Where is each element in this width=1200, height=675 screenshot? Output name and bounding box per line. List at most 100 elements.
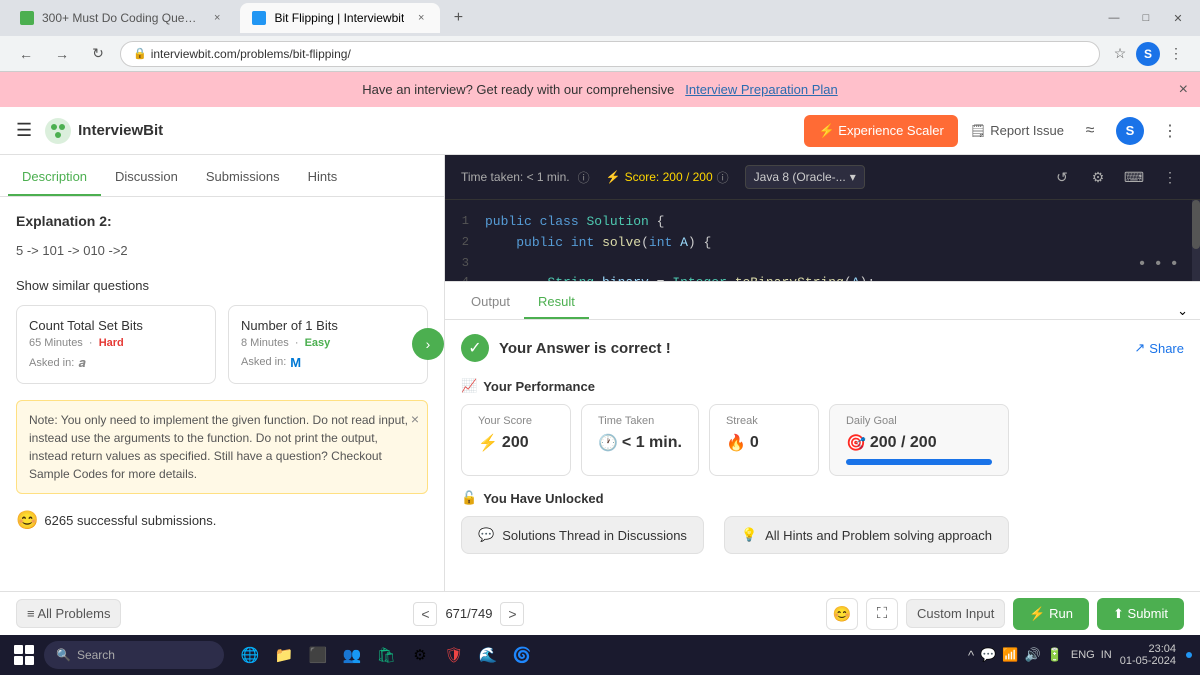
taskbar-search-icon: 🔍 xyxy=(56,648,71,662)
back-button[interactable]: ← xyxy=(12,40,40,68)
window-controls: — □ ✕ xyxy=(1100,4,1192,32)
active-tab-close[interactable]: × xyxy=(414,10,428,26)
url-text: interviewbit.com/problems/bit-flipping/ xyxy=(151,47,351,61)
wifi-icon[interactable]: 📶 xyxy=(1002,647,1018,663)
result-tab[interactable]: Result xyxy=(524,286,589,319)
q1-meta: 65 Minutes · Hard xyxy=(29,337,203,349)
banner-link[interactable]: Interview Preparation Plan xyxy=(685,82,837,97)
refresh-button[interactable]: ↻ xyxy=(84,40,112,68)
run-button[interactable]: ⚡ Run xyxy=(1013,598,1089,630)
notification-center-icon[interactable]: 💬 xyxy=(980,647,996,663)
similar-questions-toggle[interactable]: Show similar questions xyxy=(16,278,428,293)
tab-favicon-1 xyxy=(20,11,34,25)
taskbar-shield-icon[interactable]: 🛡 xyxy=(440,641,468,669)
next-problem-button[interactable]: > xyxy=(500,602,524,626)
question-card-2[interactable]: Number of 1 Bits 8 Minutes · Easy Asked … xyxy=(228,305,428,384)
experience-scaler-button[interactable]: ⚡ Experience Scaler xyxy=(804,115,957,147)
prev-problem-button[interactable]: < xyxy=(413,602,437,626)
q2-meta: 8 Minutes · Easy xyxy=(241,337,415,349)
clock-date: 01-05-2024 xyxy=(1120,655,1176,667)
hints-button[interactable]: 💡 All Hints and Problem solving approach xyxy=(724,516,1009,554)
lock-icon: 🔒 xyxy=(133,47,147,60)
hamburger-menu-icon[interactable]: ☰ xyxy=(16,120,32,141)
inactive-tab[interactable]: 300+ Must Do Coding Questio... × xyxy=(8,3,236,33)
line-code-2: public int solve(int A) { xyxy=(485,233,711,254)
time-value: 🕐 < 1 min. xyxy=(598,433,682,453)
maximize-button[interactable]: □ xyxy=(1132,4,1160,32)
undo-button[interactable]: ↺ xyxy=(1048,163,1076,191)
report-label: Report Issue xyxy=(990,123,1064,138)
taskbar-settings-icon[interactable]: ⚙ xyxy=(406,641,434,669)
note-text: Note: You only need to implement the giv… xyxy=(29,413,408,481)
code-scrollbar[interactable] xyxy=(1192,200,1200,281)
taskbar-edge-icon[interactable]: 🌊 xyxy=(474,641,502,669)
time-number: < 1 min. xyxy=(622,434,682,452)
emoji-feedback-icon[interactable]: 😊 xyxy=(826,598,858,630)
close-button[interactable]: ✕ xyxy=(1164,4,1192,32)
line-number-2: 2 xyxy=(445,233,485,254)
battery-icon[interactable]: 🔋 xyxy=(1047,647,1063,663)
taskbar-file-icon[interactable]: 📁 xyxy=(270,641,298,669)
forward-button[interactable]: → xyxy=(48,40,76,68)
share-button[interactable]: ↗ Share xyxy=(1134,340,1184,356)
logo[interactable]: InterviewBit xyxy=(44,117,163,145)
correct-text: Your Answer is correct ! xyxy=(499,340,671,357)
chevron-down-icon: ▾ xyxy=(850,170,856,184)
streak-value: 🔥 0 xyxy=(726,433,802,453)
question-card-1[interactable]: Count Total Set Bits 65 Minutes · Hard A… xyxy=(16,305,216,384)
taskbar-extra-icon[interactable]: 🌀 xyxy=(508,641,536,669)
output-tab[interactable]: Output xyxy=(457,286,524,319)
taskbar-store-icon[interactable]: 🛍 xyxy=(372,641,400,669)
taskbar-browser-icon[interactable]: 🌐 xyxy=(236,641,264,669)
fullscreen-icon[interactable]: ⛶ xyxy=(866,598,898,630)
code-editor-header: Time taken: < 1 min. ⓘ ⚡ Score: 200 / 20… xyxy=(445,155,1200,200)
report-issue-button[interactable]: 🗒 Report Issue xyxy=(970,123,1064,139)
menu-icon[interactable]: ⋮ xyxy=(1164,42,1188,66)
submit-button[interactable]: ⬆ Submit xyxy=(1097,598,1184,630)
new-tab-button[interactable]: + xyxy=(444,4,472,32)
code-line-2: 2 public int solve(int A) { xyxy=(445,233,1200,254)
user-avatar[interactable]: S xyxy=(1116,117,1144,145)
star-icon[interactable]: ☆ xyxy=(1108,42,1132,66)
q1-asked-label: Asked in: xyxy=(29,357,74,369)
volume-icon[interactable]: 🔊 xyxy=(1025,647,1041,663)
next-question-button[interactable]: › xyxy=(412,328,444,360)
problem-counter: 671/749 xyxy=(445,606,492,621)
score-badge: ⚡ Score: 200 / 200 ⓘ xyxy=(606,169,729,186)
similar-questions-grid: Count Total Set Bits 65 Minutes · Hard A… xyxy=(16,305,428,384)
start-button[interactable] xyxy=(8,639,40,671)
result-content: ✓ Your Answer is correct ! ↗ Share 📈 xyxy=(445,320,1200,591)
collapse-icon[interactable]: ⌄ xyxy=(1177,303,1188,319)
user-profile-icon[interactable]: S xyxy=(1136,42,1160,66)
tab-discussion[interactable]: Discussion xyxy=(101,159,192,196)
tab-hints[interactable]: Hints xyxy=(294,159,352,196)
daily-goal-fill xyxy=(846,459,992,465)
more-options-icon[interactable]: ⋮ xyxy=(1156,117,1184,145)
settings-icon[interactable]: ⚙ xyxy=(1084,163,1112,191)
tab-description[interactable]: Description xyxy=(8,159,101,196)
tab-submissions[interactable]: Submissions xyxy=(192,159,294,196)
taskbar-search-box[interactable]: 🔍 Search xyxy=(44,641,224,669)
solutions-thread-button[interactable]: 💬 Solutions Thread in Discussions xyxy=(461,516,704,554)
top-banner: Have an interview? Get ready with our co… xyxy=(0,72,1200,107)
q1-title: Count Total Set Bits xyxy=(29,318,203,333)
inactive-tab-close[interactable]: × xyxy=(210,10,224,26)
code-editor-area[interactable]: 1 public class Solution { 2 public int s… xyxy=(445,200,1200,281)
custom-input-button[interactable]: Custom Input xyxy=(906,599,1005,628)
note-close-button[interactable]: × xyxy=(411,409,419,430)
daily-goal-card: Daily Goal 🎯 200 / 200 xyxy=(829,404,1009,476)
minimize-button[interactable]: — xyxy=(1100,4,1128,32)
all-problems-button[interactable]: ≡ All Problems xyxy=(16,599,121,628)
more-options-code-icon[interactable]: ⋮ xyxy=(1156,163,1184,191)
keyboard-shortcuts-icon[interactable]: ⌨ xyxy=(1120,163,1148,191)
active-tab[interactable]: Bit Flipping | Interviewbit × xyxy=(240,3,440,33)
banner-close-button[interactable]: × xyxy=(1179,81,1188,99)
taskbar-teams-icon[interactable]: 👥 xyxy=(338,641,366,669)
language-selector[interactable]: Java 8 (Oracle-... ▾ xyxy=(745,165,865,189)
notification-icon[interactable]: ≈ xyxy=(1076,117,1104,145)
code-editor[interactable]: 1 public class Solution { 2 public int s… xyxy=(445,200,1200,281)
tray-icon-1[interactable]: ^ xyxy=(968,648,974,663)
url-bar[interactable]: 🔒 interviewbit.com/problems/bit-flipping… xyxy=(120,41,1100,67)
taskbar-app-icons: 🌐 📁 ⬛ 👥 🛍 ⚙ 🛡 🌊 🌀 xyxy=(236,641,536,669)
taskbar-terminal-icon[interactable]: ⬛ xyxy=(304,641,332,669)
